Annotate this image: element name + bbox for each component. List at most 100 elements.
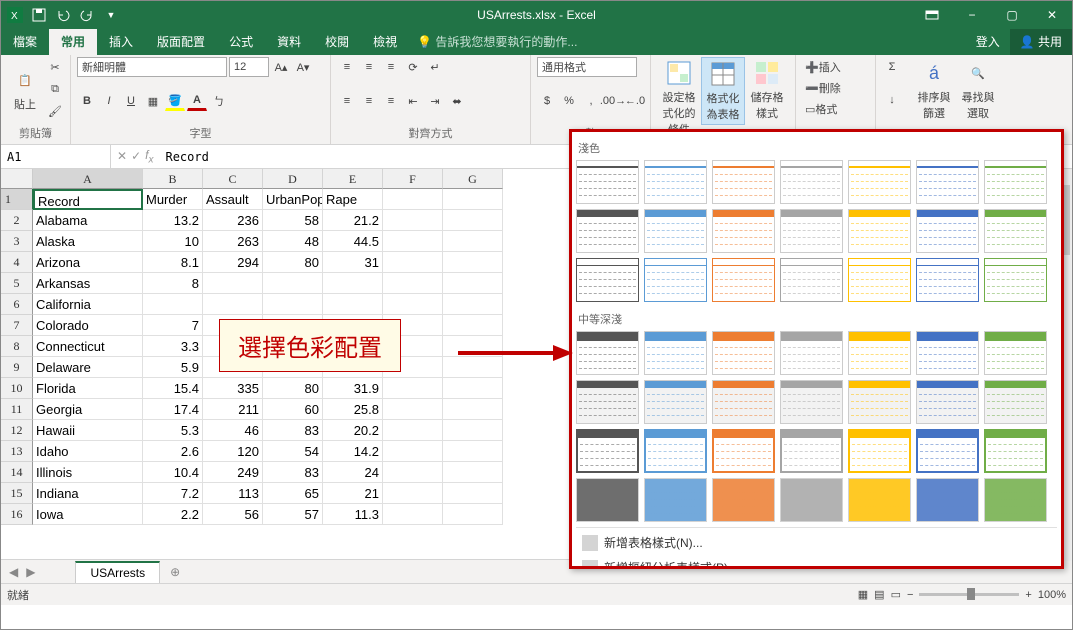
cell[interactable]: Record xyxy=(33,189,143,210)
name-box[interactable]: A1 xyxy=(1,145,111,168)
tell-me[interactable]: 💡 告訴我您想要執行的動作... xyxy=(417,28,577,55)
cell[interactable]: 21.2 xyxy=(323,210,383,231)
shrink-font-icon[interactable]: A▾ xyxy=(293,57,313,77)
cell[interactable] xyxy=(263,273,323,294)
cell[interactable]: Georgia xyxy=(33,399,143,420)
bold-button[interactable]: B xyxy=(77,91,97,111)
cell[interactable]: 13.2 xyxy=(143,210,203,231)
cell[interactable]: 83 xyxy=(263,462,323,483)
cell[interactable]: Connecticut xyxy=(33,336,143,357)
cell[interactable] xyxy=(323,273,383,294)
cell[interactable]: Colorado xyxy=(33,315,143,336)
table-style-thumb[interactable] xyxy=(780,209,843,253)
table-style-thumb[interactable] xyxy=(576,478,639,522)
cell[interactable] xyxy=(443,378,503,399)
cell[interactable]: 80 xyxy=(263,378,323,399)
row-head[interactable]: 7 xyxy=(1,315,33,336)
col-head[interactable]: G xyxy=(443,169,503,189)
col-head[interactable]: E xyxy=(323,169,383,189)
dec-decimal-icon[interactable]: ←.0 xyxy=(625,91,645,111)
table-style-thumb[interactable] xyxy=(984,478,1047,522)
tab-data[interactable]: 資料 xyxy=(265,28,313,55)
table-style-thumb[interactable] xyxy=(848,478,911,522)
maximize-button[interactable]: ▢ xyxy=(992,1,1032,29)
cell[interactable]: 5.3 xyxy=(143,420,203,441)
cell[interactable]: 335 xyxy=(203,378,263,399)
sheet-nav-prev-icon[interactable]: ◀ xyxy=(1,565,26,579)
cell[interactable] xyxy=(443,504,503,525)
table-style-thumb[interactable] xyxy=(712,429,775,473)
tab-home[interactable]: 常用 xyxy=(49,28,97,55)
italic-button[interactable]: I xyxy=(99,91,119,111)
qat-dropdown-icon[interactable]: ▼ xyxy=(101,5,121,25)
row-head[interactable]: 5 xyxy=(1,273,33,294)
copy-icon[interactable]: ⧉ xyxy=(45,79,65,99)
table-style-thumb[interactable] xyxy=(916,209,979,253)
cell[interactable]: 60 xyxy=(263,399,323,420)
col-head[interactable]: D xyxy=(263,169,323,189)
delete-cells-button[interactable]: ➖ 刪除 xyxy=(802,78,844,98)
cut-icon[interactable]: ✂ xyxy=(45,57,65,77)
row-head[interactable]: 10 xyxy=(1,378,33,399)
table-style-thumb[interactable] xyxy=(644,429,707,473)
table-style-thumb[interactable] xyxy=(984,160,1047,204)
cell-styles-button[interactable]: 儲存格樣式 xyxy=(745,57,789,123)
row-head[interactable]: 2 xyxy=(1,210,33,231)
cell[interactable]: Florida xyxy=(33,378,143,399)
minimize-button[interactable]: − xyxy=(952,1,992,29)
table-style-thumb[interactable] xyxy=(712,209,775,253)
cell[interactable] xyxy=(443,483,503,504)
cell[interactable]: 54 xyxy=(263,441,323,462)
col-head[interactable]: F xyxy=(383,169,443,189)
phonetic-icon[interactable]: ㄅ xyxy=(209,91,229,111)
cell[interactable]: 83 xyxy=(263,420,323,441)
autosum-icon[interactable]: Σ xyxy=(882,57,902,77)
table-style-thumb[interactable] xyxy=(644,380,707,424)
redo-icon[interactable] xyxy=(77,5,97,25)
cell[interactable]: 31.9 xyxy=(323,378,383,399)
cell[interactable] xyxy=(443,210,503,231)
table-style-thumb[interactable] xyxy=(644,258,707,302)
cell[interactable] xyxy=(383,399,443,420)
table-style-thumb[interactable] xyxy=(984,331,1047,375)
table-style-thumb[interactable] xyxy=(916,258,979,302)
cell[interactable] xyxy=(383,210,443,231)
cell[interactable] xyxy=(263,294,323,315)
row-head[interactable]: 15 xyxy=(1,483,33,504)
cell[interactable]: 57 xyxy=(263,504,323,525)
view-normal-icon[interactable]: ▦ xyxy=(858,588,868,601)
indent-dec-icon[interactable]: ⇤ xyxy=(403,91,423,111)
cell[interactable] xyxy=(203,273,263,294)
fill-color-icon[interactable]: 🪣 xyxy=(165,91,185,111)
col-head[interactable]: C xyxy=(203,169,263,189)
cell[interactable]: 65 xyxy=(263,483,323,504)
fx-icon[interactable]: fx xyxy=(145,148,153,165)
table-style-thumb[interactable] xyxy=(848,429,911,473)
inc-decimal-icon[interactable]: .00→ xyxy=(603,91,623,111)
cell[interactable]: Indiana xyxy=(33,483,143,504)
font-color-icon[interactable]: A xyxy=(187,91,207,111)
cell[interactable] xyxy=(383,378,443,399)
row-head[interactable]: 6 xyxy=(1,294,33,315)
font-name-select[interactable]: 新細明體 xyxy=(77,57,227,77)
cell[interactable]: Rape xyxy=(323,189,383,210)
table-style-thumb[interactable] xyxy=(984,380,1047,424)
align-bottom-icon[interactable]: ≡ xyxy=(381,57,401,77)
cell[interactable] xyxy=(443,189,503,210)
tab-review[interactable]: 校閱 xyxy=(313,28,361,55)
table-style-thumb[interactable] xyxy=(644,478,707,522)
row-head[interactable]: 16 xyxy=(1,504,33,525)
sheet-nav-next-icon[interactable]: ▶ xyxy=(26,565,35,579)
cell[interactable]: 211 xyxy=(203,399,263,420)
cell[interactable]: 21 xyxy=(323,483,383,504)
tab-formulas[interactable]: 公式 xyxy=(217,28,265,55)
cell[interactable] xyxy=(443,399,503,420)
underline-button[interactable]: U xyxy=(121,91,141,111)
select-all-corner[interactable] xyxy=(1,169,33,189)
cell[interactable] xyxy=(443,441,503,462)
tab-layout[interactable]: 版面配置 xyxy=(145,28,217,55)
table-style-thumb[interactable] xyxy=(644,209,707,253)
table-style-thumb[interactable] xyxy=(848,380,911,424)
cell[interactable] xyxy=(443,315,503,336)
align-center-icon[interactable]: ≡ xyxy=(359,91,379,111)
